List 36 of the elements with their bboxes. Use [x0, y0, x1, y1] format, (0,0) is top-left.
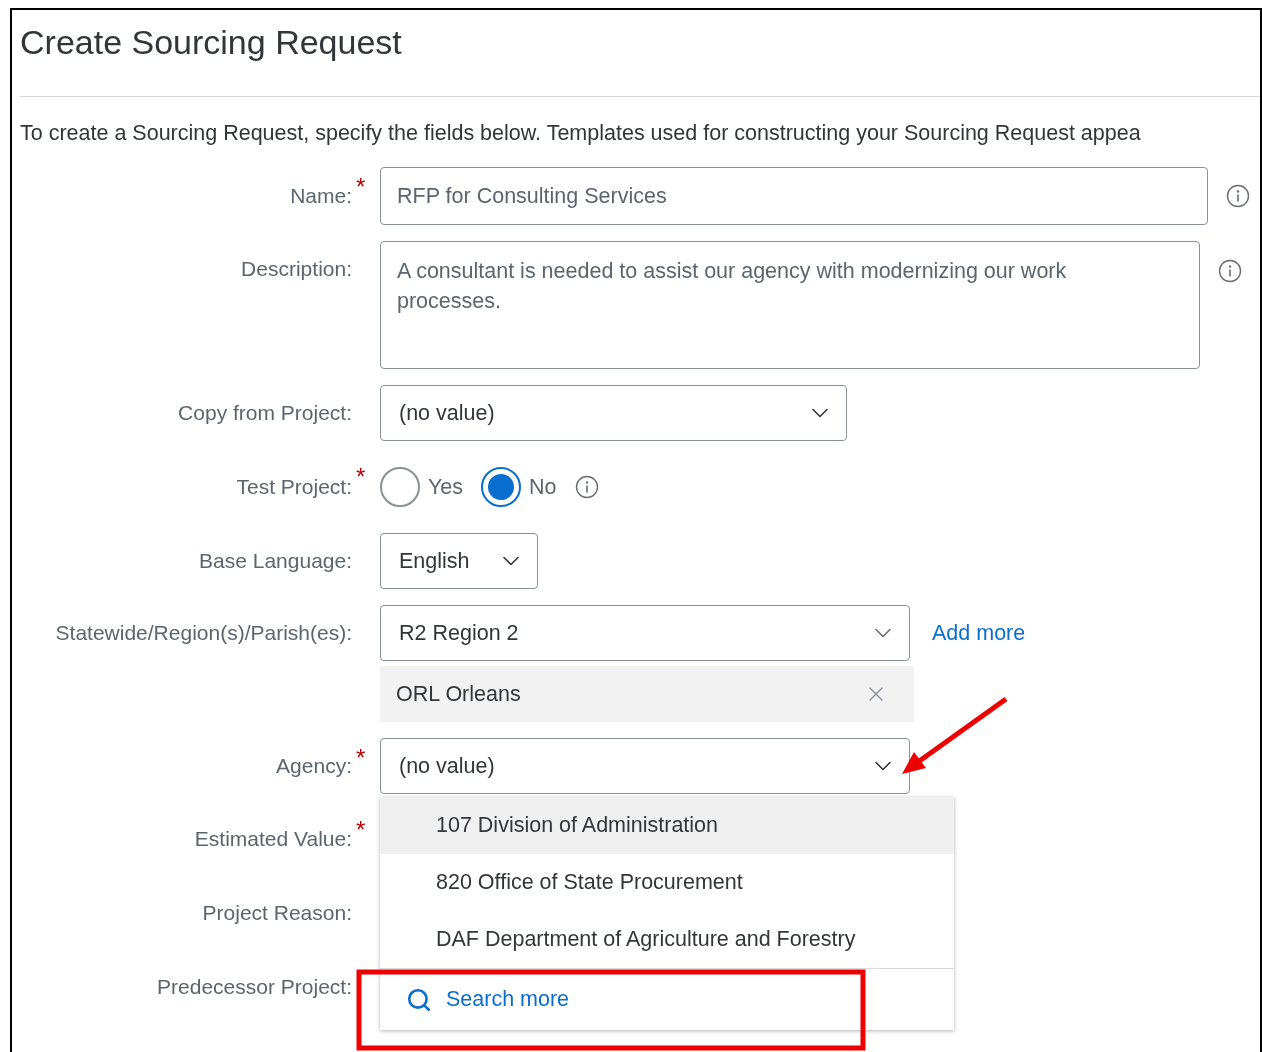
- required-mark: *: [355, 816, 367, 844]
- info-icon[interactable]: [1226, 184, 1250, 208]
- dropdown-field[interactable]: (no value): [380, 738, 910, 794]
- field-label: Estimated Value:: [194, 827, 352, 851]
- radio-button[interactable]: [481, 467, 522, 507]
- dropdown-option[interactable]: 820 Office of State Procurement: [380, 854, 954, 911]
- dropdown-option[interactable]: 107 Division of Administration: [380, 797, 954, 854]
- dropdown-field[interactable]: English: [380, 533, 538, 589]
- radio-label: No: [529, 474, 557, 500]
- search-icon: [406, 986, 432, 1013]
- search-more-button[interactable]: Search more: [380, 968, 954, 1030]
- info-icon[interactable]: [1218, 259, 1242, 283]
- add-more-link[interactable]: Add more: [932, 620, 1026, 646]
- field-label: Statewide/Region(s)/Parish(es):: [55, 621, 352, 645]
- field-label: Base Language:: [199, 549, 352, 573]
- field-label: Copy from Project:: [178, 401, 352, 425]
- description-field[interactable]: A consultant is needed to assist our agency with modernizing our work processes.: [380, 241, 1200, 369]
- field-label: Test Project:: [236, 475, 352, 499]
- page-title: Create Sourcing Request: [20, 22, 403, 63]
- dropdown-option[interactable]: DAF Department of Agriculture and Forestry: [380, 911, 954, 968]
- field-label: Predecessor Project:: [157, 975, 352, 999]
- selected-token: ORL Orleans: [380, 666, 914, 722]
- required-mark: *: [355, 173, 367, 201]
- info-icon[interactable]: [574, 475, 599, 499]
- field-label: Project Reason:: [202, 901, 352, 925]
- intro-text: To create a Sourcing Request, specify the fields below. Templates used for constructing your Sourcing Request appea: [20, 120, 1142, 147]
- field-label: Description:: [241, 257, 352, 281]
- radio-label: Yes: [428, 474, 464, 500]
- field-label: Agency:: [276, 754, 352, 778]
- name-field[interactable]: RFP for Consulting Services: [380, 167, 1208, 225]
- required-mark: *: [355, 744, 367, 772]
- field-label: Name:: [290, 184, 352, 208]
- dropdown-field[interactable]: (no value): [380, 385, 847, 441]
- required-mark: *: [355, 463, 367, 491]
- dropdown-field[interactable]: R2 Region 2: [380, 605, 910, 661]
- radio-button[interactable]: [380, 467, 420, 507]
